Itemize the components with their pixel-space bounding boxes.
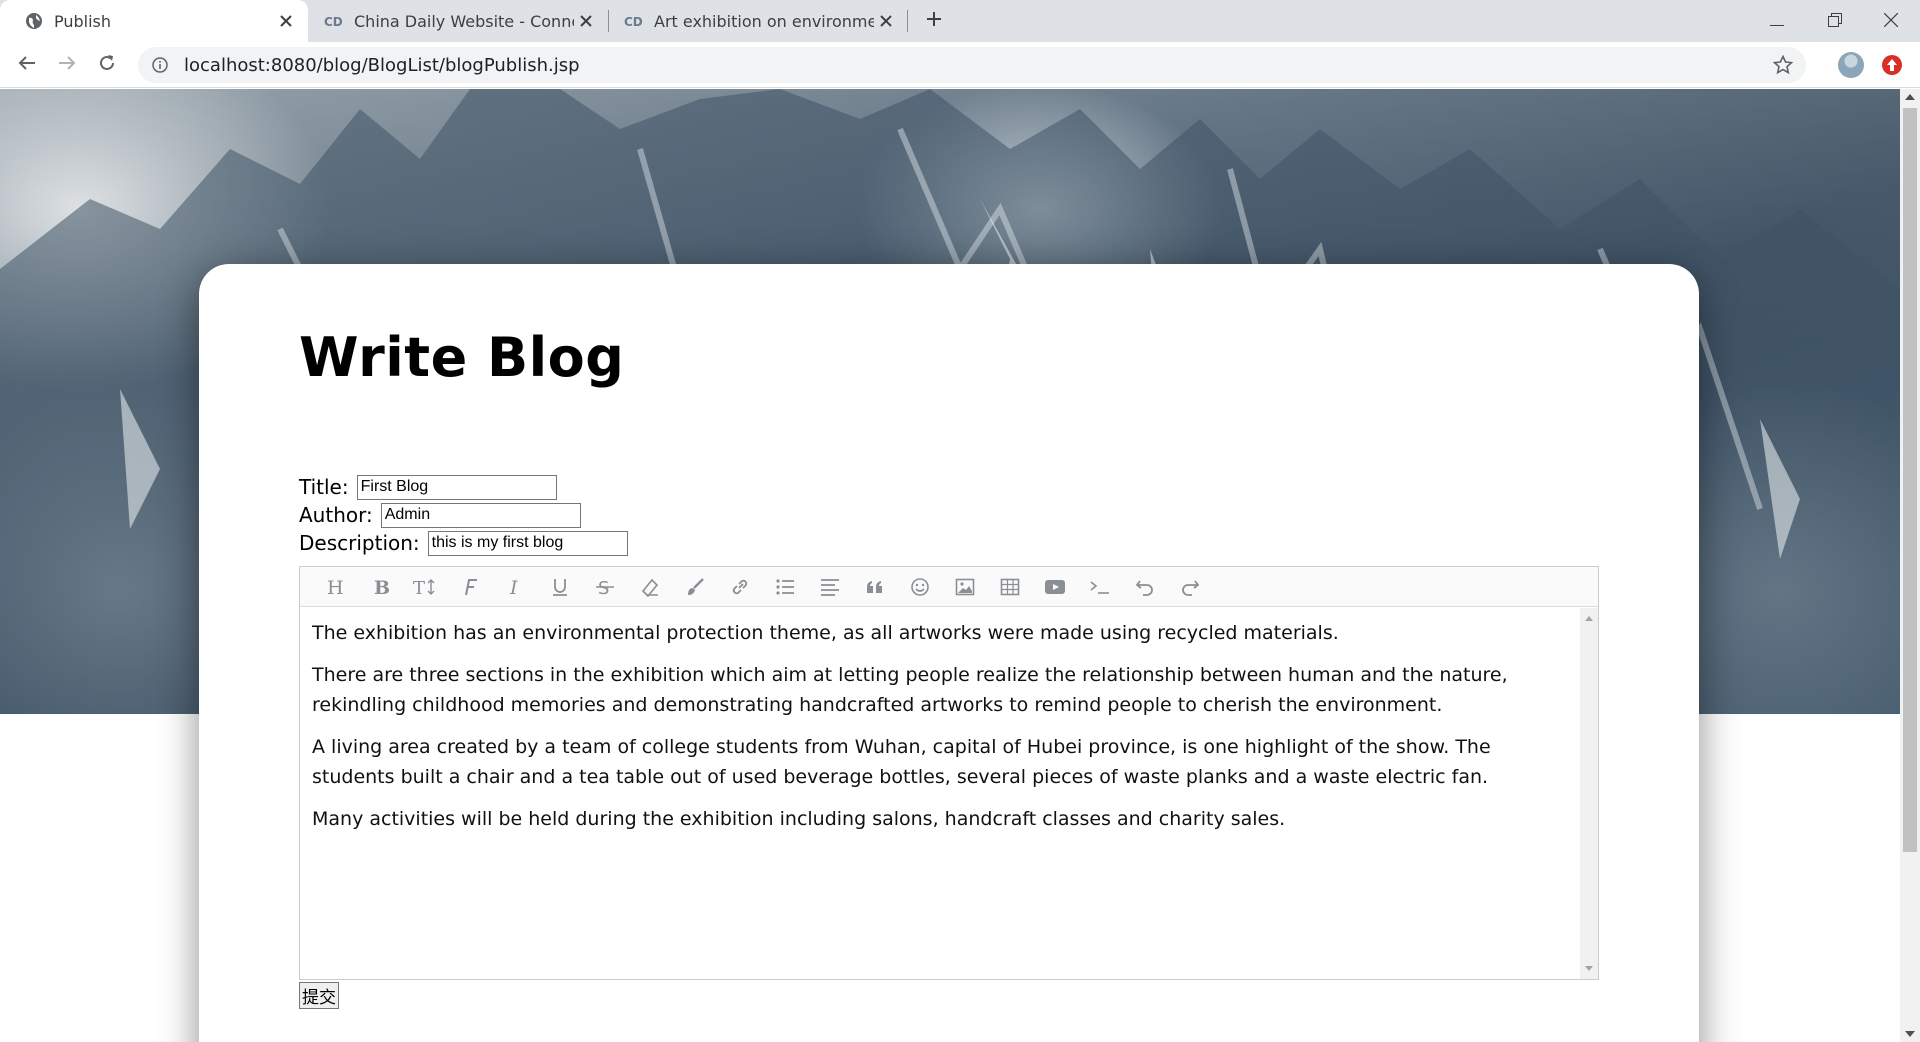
profile-avatar[interactable] [1838, 52, 1864, 78]
close-icon [1883, 12, 1899, 31]
scroll-up-icon[interactable] [1585, 616, 1593, 621]
page-viewport: Write Blog Title: Author: Description: H… [0, 89, 1900, 1042]
extension-icon[interactable] [1882, 55, 1902, 75]
tab-title: Art exhibition on environment protection… [654, 11, 874, 31]
tab-title: Publish [54, 11, 112, 31]
table-icon[interactable] [987, 567, 1032, 607]
back-button[interactable] [11, 49, 43, 81]
title-row: Title: [299, 473, 557, 501]
globe-icon [24, 11, 44, 31]
url-text: localhost:8080/blog/BlogList/blogPublish… [184, 54, 580, 76]
close-tab-icon[interactable] [574, 9, 598, 33]
link-icon[interactable] [717, 567, 762, 607]
svg-text:B: B [374, 577, 390, 597]
emoji-icon[interactable] [897, 567, 942, 607]
close-tab-icon[interactable] [874, 9, 898, 33]
heading-icon[interactable]: H [312, 567, 357, 607]
svg-text:I: I [509, 577, 518, 597]
reload-button[interactable] [91, 49, 123, 81]
bold-icon[interactable]: B [357, 567, 402, 607]
svg-text:H: H [327, 577, 344, 597]
editor-paragraph: There are three sections in the exhibiti… [312, 664, 1508, 716]
scrollbar-thumb[interactable] [1903, 108, 1917, 852]
svg-text:CD: CD [324, 15, 343, 28]
align-icon[interactable] [807, 567, 852, 607]
address-bar[interactable]: localhost:8080/blog/BlogList/blogPublish… [138, 47, 1806, 83]
description-input[interactable] [427, 530, 628, 556]
redo-icon[interactable] [1167, 567, 1212, 607]
author-row: Author: [299, 501, 581, 529]
info-icon[interactable] [150, 55, 170, 75]
tab-strip: Publish CD China Daily Website - Connect… [0, 0, 1920, 42]
title-input[interactable] [356, 474, 557, 500]
video-icon[interactable] [1032, 567, 1077, 607]
list-icon[interactable] [762, 567, 807, 607]
tab-title: China Daily Website - Connecting China C… [354, 11, 574, 31]
new-tab-button[interactable] [920, 7, 948, 35]
author-input[interactable] [380, 502, 581, 528]
title-label: Title: [299, 475, 349, 499]
svg-text:T: T [413, 578, 425, 597]
description-label: Description: [299, 531, 420, 555]
editor-scrollbar[interactable] [1580, 608, 1598, 979]
editor-paragraph: The exhibition has an environmental prot… [312, 622, 1339, 644]
tab-china-daily[interactable]: CD China Daily Website - Connecting Chin… [300, 0, 608, 42]
quote-icon[interactable] [852, 567, 897, 607]
plus-icon [926, 11, 942, 31]
page-scrollbar[interactable] [1900, 89, 1920, 1042]
restore-icon [1828, 12, 1842, 31]
china-daily-icon: CD [324, 11, 344, 31]
minimize-icon [1770, 12, 1784, 31]
scroll-up-icon[interactable] [1905, 94, 1915, 100]
font-family-icon[interactable] [447, 567, 492, 607]
blog-form-card: Write Blog Title: Author: Description: H… [199, 264, 1699, 1042]
description-row: Description: [299, 529, 628, 557]
minimize-button[interactable] [1748, 0, 1806, 42]
code-icon[interactable] [1077, 567, 1122, 607]
bookmark-star-icon[interactable] [1772, 54, 1794, 76]
editor-content[interactable]: The exhibition has an environmental prot… [300, 608, 1580, 979]
arrow-left-icon [18, 54, 36, 76]
reload-icon [98, 54, 116, 76]
svg-text:CD: CD [624, 15, 643, 28]
submit-button[interactable]: 提交 [299, 982, 339, 1009]
author-label: Author: [299, 503, 373, 527]
font-size-icon[interactable]: T [402, 567, 447, 607]
markdown-editor: H B T I S The exhibition has an environm… [299, 566, 1599, 980]
forward-button[interactable] [51, 49, 83, 81]
close-tab-icon[interactable] [274, 9, 298, 33]
eraser-icon[interactable] [627, 567, 672, 607]
browser-toolbar: localhost:8080/blog/BlogList/blogPublish… [0, 42, 1920, 88]
brush-icon[interactable] [672, 567, 717, 607]
tab-separator [907, 10, 908, 32]
strikethrough-icon[interactable]: S [582, 567, 627, 607]
editor-paragraph: Many activities will be held during the … [312, 808, 1286, 830]
image-icon[interactable] [942, 567, 987, 607]
undo-icon[interactable] [1122, 567, 1167, 607]
scroll-down-icon[interactable] [1585, 966, 1593, 971]
restore-button[interactable] [1806, 0, 1864, 42]
arrow-right-icon [58, 54, 76, 76]
underline-icon[interactable] [537, 567, 582, 607]
tab-publish[interactable]: Publish [0, 0, 308, 42]
editor-paragraph: A living area created by a team of colle… [312, 736, 1491, 788]
editor-toolbar: H B T I S [300, 567, 1598, 607]
china-daily-icon: CD [624, 11, 644, 31]
italic-icon[interactable]: I [492, 567, 537, 607]
page-title: Write Blog [299, 326, 625, 389]
scroll-down-icon[interactable] [1905, 1031, 1915, 1037]
close-window-button[interactable] [1862, 0, 1920, 42]
tab-art-exhibition[interactable]: CD Art exhibition on environment protect… [600, 0, 908, 42]
